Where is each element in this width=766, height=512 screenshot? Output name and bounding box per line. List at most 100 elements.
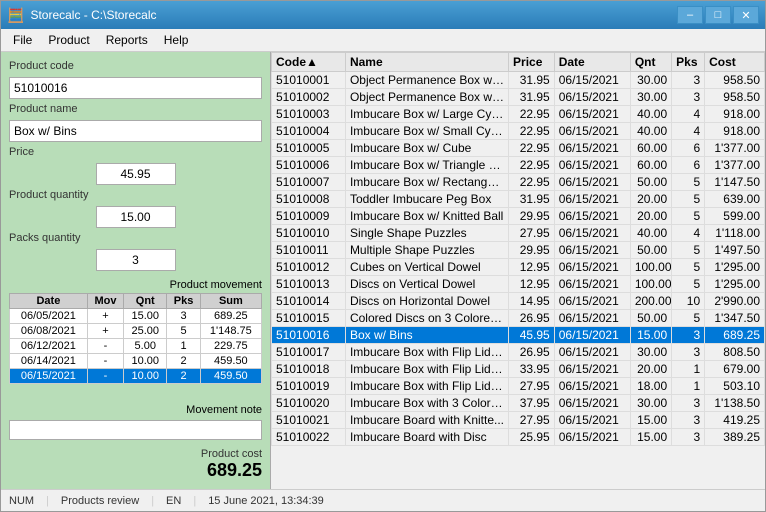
table-row[interactable]: 51010006 Imbucare Box w/ Triangle Pr... … (272, 157, 765, 174)
table-row[interactable]: 51010019 Imbucare Box with Flip Lid - ..… (272, 378, 765, 395)
product-quantity-label: Product quantity (9, 189, 262, 201)
td-date: 06/15/2021 (554, 72, 630, 89)
close-button[interactable]: ✕ (733, 6, 759, 24)
td-pks: 1 (672, 378, 705, 395)
table-row[interactable]: 51010005 Imbucare Box w/ Cube 22.95 06/1… (272, 140, 765, 157)
mv-col-qnt: Qnt (124, 294, 167, 309)
td-qnt: 30.00 (630, 395, 671, 412)
th-cost[interactable]: Cost (705, 53, 765, 72)
td-price: 29.95 (509, 208, 555, 225)
table-row[interactable]: 51010002 Object Permanence Box w/ ... 31… (272, 89, 765, 106)
td-name: Object Permanence Box w/ ... (345, 89, 508, 106)
table-row[interactable]: 51010014 Discs on Horizontal Dowel 14.95… (272, 293, 765, 310)
td-price: 27.95 (509, 412, 555, 429)
table-row[interactable]: 51010011 Multiple Shape Puzzles 29.95 06… (272, 242, 765, 259)
product-quantity-input[interactable] (96, 206, 176, 228)
th-price[interactable]: Price (509, 53, 555, 72)
td-name: Imbucare Box with Flip Lid - ... (345, 344, 508, 361)
td-qnt: 100.00 (630, 276, 671, 293)
td-date: 06/15/2021 (554, 344, 630, 361)
movement-row[interactable]: 06/08/2021 + 25.00 5 1'148.75 (10, 324, 262, 339)
th-code[interactable]: Code▲ (272, 53, 346, 72)
mv-mov: - (87, 339, 123, 354)
table-row[interactable]: 51010012 Cubes on Vertical Dowel 12.95 0… (272, 259, 765, 276)
maximize-button[interactable]: □ (705, 6, 731, 24)
status-view: Products review (61, 495, 139, 507)
td-code: 51010014 (272, 293, 346, 310)
table-row[interactable]: 51010013 Discs on Vertical Dowel 12.95 0… (272, 276, 765, 293)
td-price: 22.95 (509, 174, 555, 191)
table-row[interactable]: 51010015 Colored Discs on 3 Colored ... … (272, 310, 765, 327)
td-name: Imbucare Box w/ Small Cyli... (345, 123, 508, 140)
td-pks: 1 (672, 361, 705, 378)
td-cost: 1'295.00 (705, 259, 765, 276)
movement-row[interactable]: 06/12/2021 - 5.00 1 229.75 (10, 339, 262, 354)
table-row[interactable]: 51010007 Imbucare Box w/ Rectangul... 22… (272, 174, 765, 191)
td-date: 06/15/2021 (554, 276, 630, 293)
movement-row[interactable]: 06/05/2021 + 15.00 3 689.25 (10, 309, 262, 324)
table-row[interactable]: 51010010 Single Shape Puzzles 27.95 06/1… (272, 225, 765, 242)
data-table-container[interactable]: Code▲ Name Price Date Qnt Pks Cost 51010… (271, 52, 765, 489)
td-qnt: 40.00 (630, 106, 671, 123)
movement-note-input[interactable] (9, 420, 262, 440)
table-row[interactable]: 51010022 Imbucare Board with Disc 25.95 … (272, 429, 765, 446)
packs-quantity-input[interactable] (96, 249, 176, 271)
td-cost: 1'347.50 (705, 310, 765, 327)
table-row[interactable]: 51010008 Toddler Imbucare Peg Box 31.95 … (272, 191, 765, 208)
status-bar: NUM | Products review | EN | 15 June 202… (1, 489, 765, 511)
table-row[interactable]: 51010017 Imbucare Box with Flip Lid - ..… (272, 344, 765, 361)
product-cost-section: Product cost 689.25 (9, 448, 262, 481)
td-name: Toddler Imbucare Peg Box (345, 191, 508, 208)
menu-reports[interactable]: Reports (98, 31, 156, 49)
minimize-button[interactable]: – (677, 6, 703, 24)
table-row[interactable]: 51010009 Imbucare Box w/ Knitted Ball 29… (272, 208, 765, 225)
price-input[interactable] (96, 163, 176, 185)
mv-sum: 689.25 (200, 309, 261, 324)
td-price: 12.95 (509, 276, 555, 293)
movement-row[interactable]: 06/14/2021 - 10.00 2 459.50 (10, 354, 262, 369)
left-panel: Product code Product name Price Product … (1, 52, 271, 489)
price-label: Price (9, 146, 262, 158)
th-qnt[interactable]: Qnt (630, 53, 671, 72)
product-code-input[interactable] (9, 77, 262, 99)
td-qnt: 60.00 (630, 157, 671, 174)
td-cost: 1'295.00 (705, 276, 765, 293)
menu-help[interactable]: Help (156, 31, 197, 49)
td-name: Single Shape Puzzles (345, 225, 508, 242)
th-name[interactable]: Name (345, 53, 508, 72)
td-price: 29.95 (509, 242, 555, 259)
td-code: 51010015 (272, 310, 346, 327)
table-row[interactable]: 51010004 Imbucare Box w/ Small Cyli... 2… (272, 123, 765, 140)
th-pks[interactable]: Pks (672, 53, 705, 72)
packs-quantity-label: Packs quantity (9, 232, 262, 244)
mv-col-pks: Pks (167, 294, 200, 309)
td-pks: 3 (672, 344, 705, 361)
menu-product[interactable]: Product (40, 31, 97, 49)
td-price: 26.95 (509, 310, 555, 327)
movement-row[interactable]: 06/15/2021 - 10.00 2 459.50 (10, 369, 262, 384)
td-price: 27.95 (509, 378, 555, 395)
table-row[interactable]: 51010016 Box w/ Bins 45.95 06/15/2021 15… (272, 327, 765, 344)
table-row[interactable]: 51010018 Imbucare Box with Flip Lid - ..… (272, 361, 765, 378)
td-qnt: 200.00 (630, 293, 671, 310)
window-title: Storecalc - C:\Storecalc (30, 8, 156, 22)
td-name: Imbucare Board with Knitte... (345, 412, 508, 429)
td-qnt: 60.00 (630, 140, 671, 157)
title-bar-left: 🧮 Storecalc - C:\Storecalc (7, 7, 156, 24)
td-code: 51010003 (272, 106, 346, 123)
th-date[interactable]: Date (554, 53, 630, 72)
td-price: 31.95 (509, 72, 555, 89)
menu-file[interactable]: File (5, 31, 40, 49)
td-date: 06/15/2021 (554, 106, 630, 123)
table-row[interactable]: 51010020 Imbucare Box with 3 Colore... 3… (272, 395, 765, 412)
td-date: 06/15/2021 (554, 293, 630, 310)
table-row[interactable]: 51010021 Imbucare Board with Knitte... 2… (272, 412, 765, 429)
product-name-input[interactable] (9, 120, 262, 142)
table-row[interactable]: 51010001 Object Permanence Box w/ ... 31… (272, 72, 765, 89)
main-window: 🧮 Storecalc - C:\Storecalc – □ ✕ File Pr… (0, 0, 766, 512)
table-row[interactable]: 51010003 Imbucare Box w/ Large Cyli... 2… (272, 106, 765, 123)
td-pks: 5 (672, 259, 705, 276)
td-price: 22.95 (509, 106, 555, 123)
td-name: Imbucare Box w/ Rectangul... (345, 174, 508, 191)
mv-mov: + (87, 309, 123, 324)
